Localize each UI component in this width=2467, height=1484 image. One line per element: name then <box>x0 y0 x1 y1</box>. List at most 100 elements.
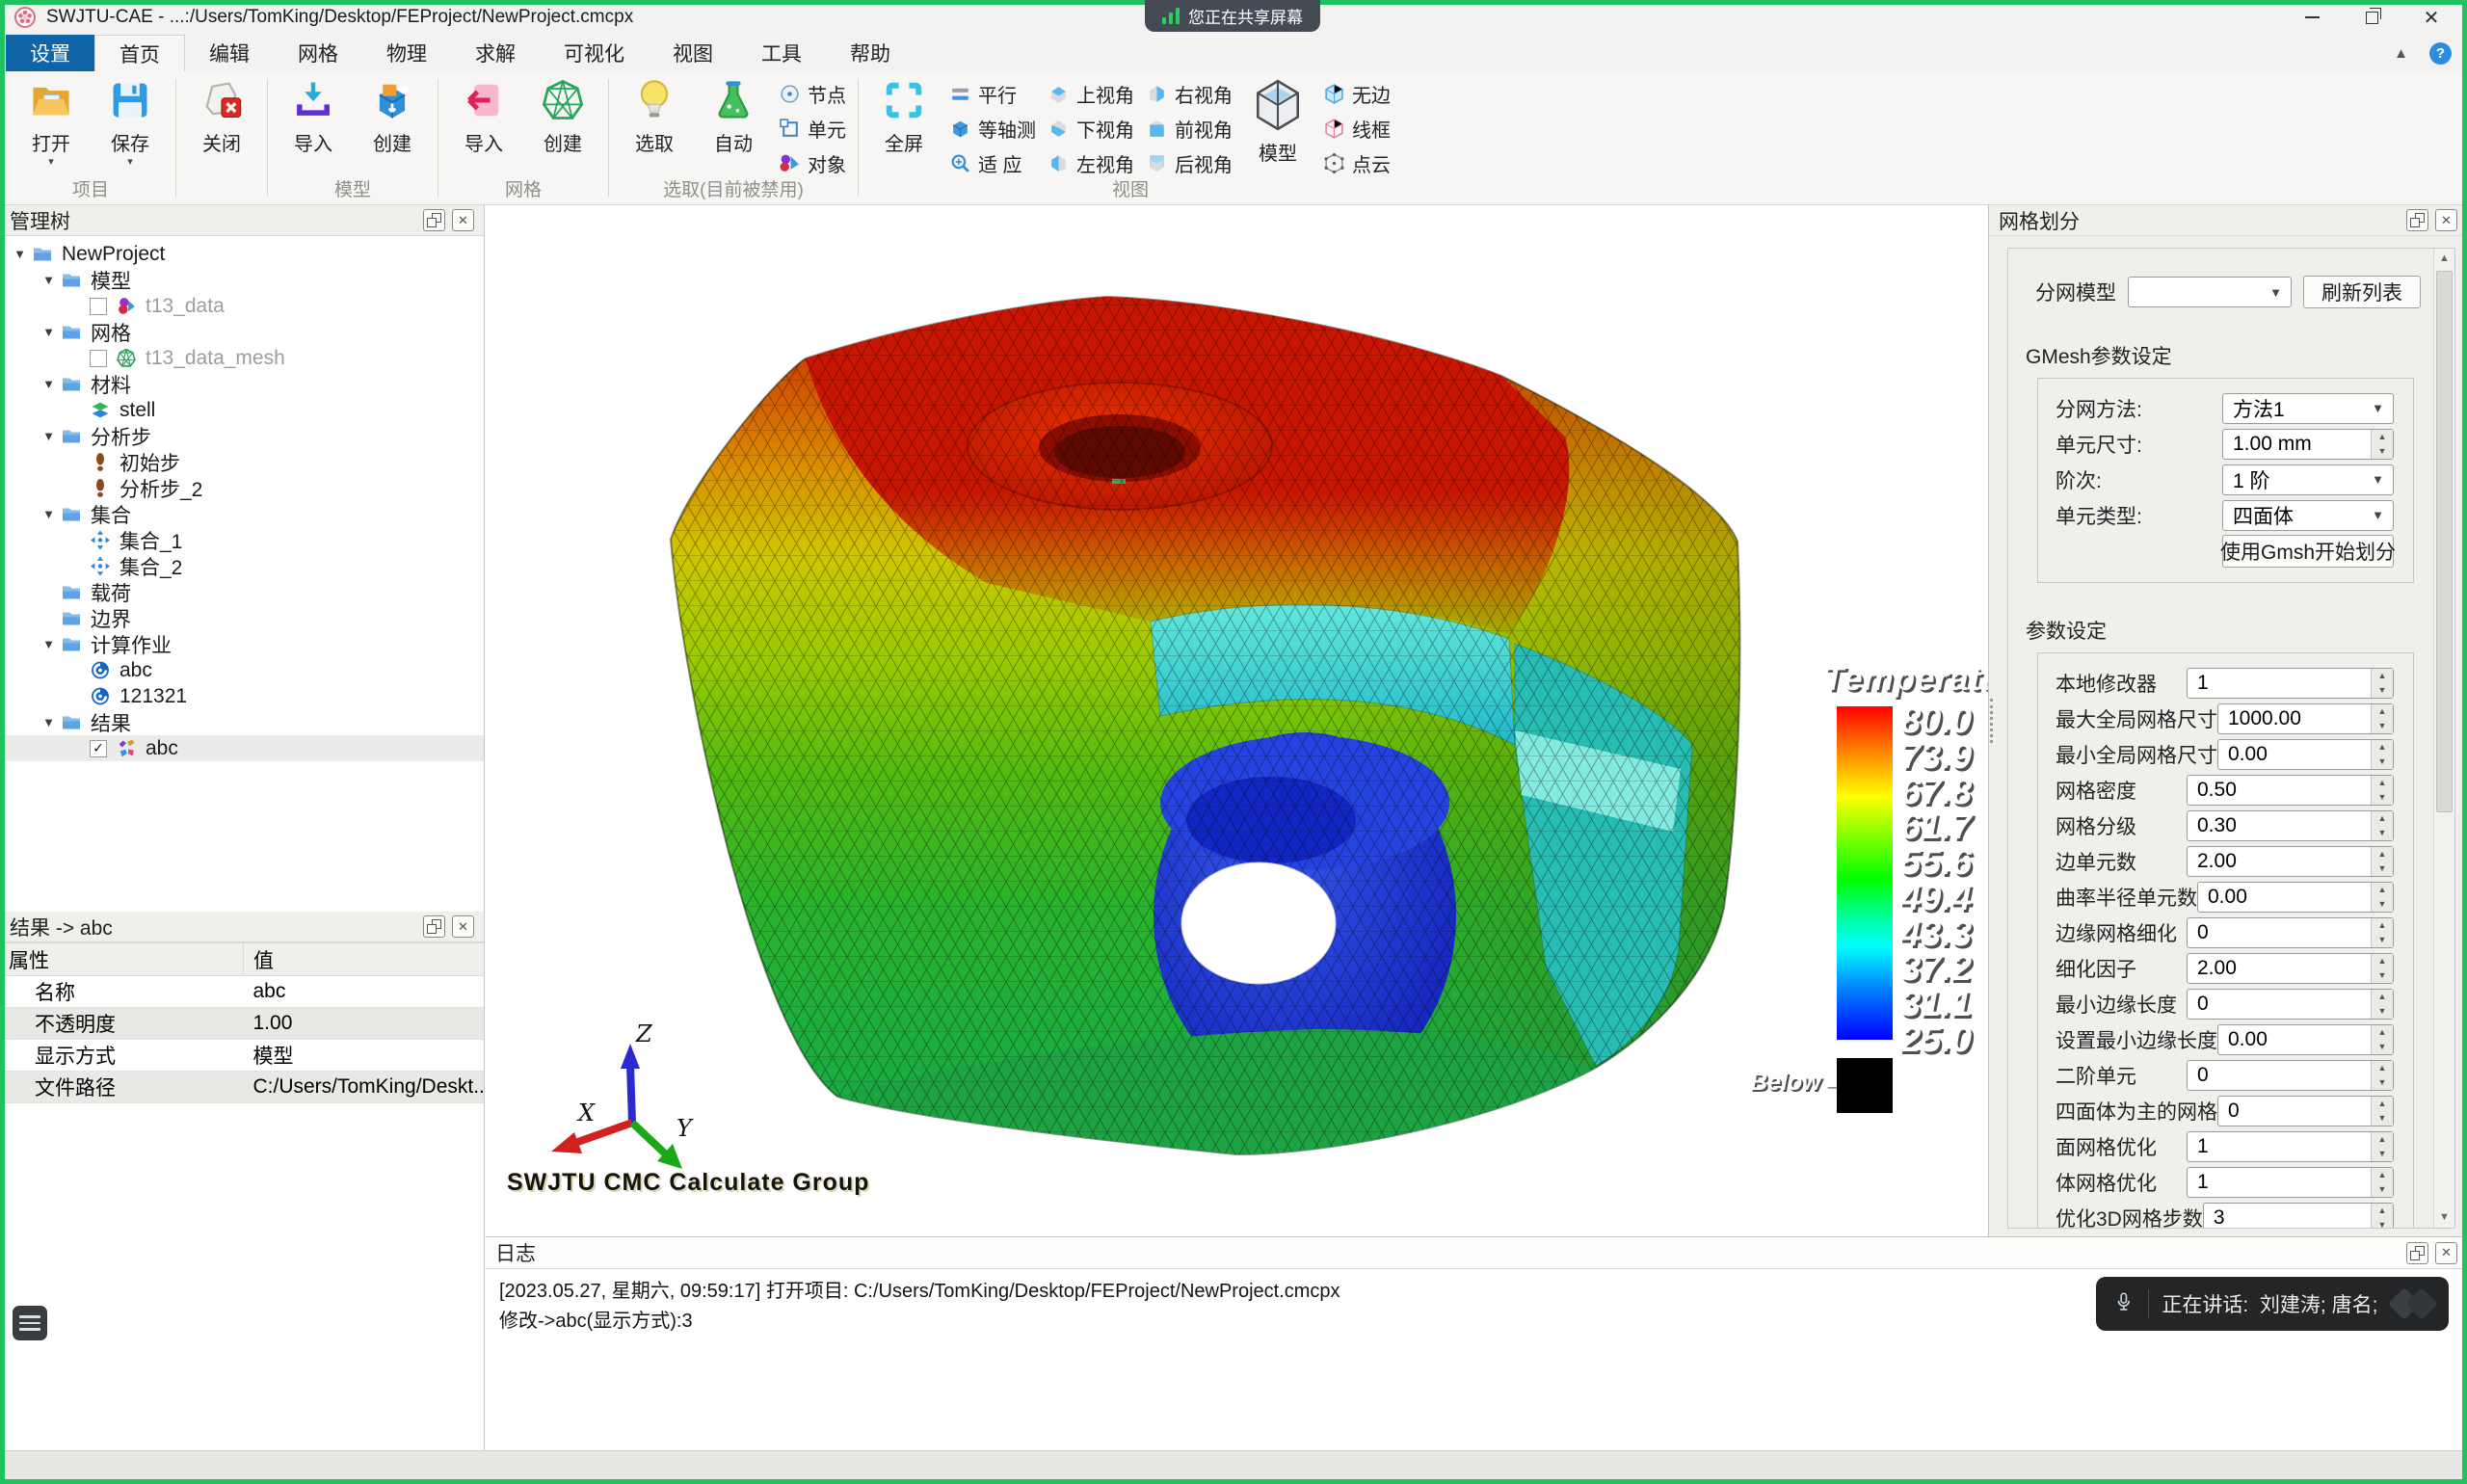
toolbar-button[interactable]: 导入 <box>450 74 517 156</box>
spin-down-icon[interactable]: ▼ <box>2372 683 2393 698</box>
spin-down-icon[interactable]: ▼ <box>2372 1040 2393 1054</box>
tree-item[interactable]: ▼集合 <box>0 501 484 527</box>
refresh-list-button[interactable]: 刷新列表 <box>2303 276 2421 308</box>
spin-down-icon[interactable]: ▼ <box>2372 968 2393 983</box>
close-button[interactable]: ✕ <box>2401 0 2461 35</box>
close-panel-icon[interactable]: ✕ <box>452 209 474 231</box>
spin-up-icon[interactable]: ▲ <box>2372 704 2393 719</box>
close-panel-icon[interactable]: ✕ <box>2435 209 2457 231</box>
mesh-model-combo[interactable]: ▼ <box>2128 277 2292 307</box>
toolbar-button[interactable]: 保存▾ <box>96 74 164 167</box>
close-panel-icon[interactable]: ✕ <box>2435 1242 2457 1264</box>
param-spinbox[interactable]: 0.00▲▼ <box>2217 739 2394 770</box>
spin-down-icon[interactable]: ▼ <box>2372 1004 2393 1019</box>
tree-item[interactable]: 集合_1 <box>0 527 484 553</box>
param-spinbox[interactable]: 1▲▼ <box>2187 668 2394 699</box>
chevron-down-icon[interactable]: ▼ <box>2372 472 2393 487</box>
expand-arrow-icon[interactable]: ▼ <box>37 637 61 651</box>
param-spinbox[interactable]: 0▲▼ <box>2187 917 2394 948</box>
chevron-down-icon[interactable]: ▼ <box>2372 401 2393 415</box>
tree-item[interactable]: 分析步_2 <box>0 475 484 501</box>
toolbar-button[interactable]: 线框 <box>1323 114 1391 143</box>
toolbar-button[interactable]: 全屏 <box>870 74 938 156</box>
param-spinbox[interactable]: 2.00▲▼ <box>2187 846 2394 877</box>
spin-down-icon[interactable]: ▼ <box>2372 755 2393 769</box>
toolbar-button[interactable]: 单元 <box>779 114 846 143</box>
start-gmsh-button[interactable]: 使用Gmsh开始划分 <box>2222 535 2394 568</box>
float-panel-icon[interactable] <box>423 915 445 938</box>
spin-up-icon[interactable]: ▲ <box>2372 847 2393 861</box>
panel-splitter-grip[interactable] <box>1990 699 1993 743</box>
spin-down-icon[interactable]: ▼ <box>2372 933 2393 947</box>
toolbar-button[interactable]: 对象 <box>779 148 846 177</box>
spin-down-icon[interactable]: ▼ <box>2372 1111 2393 1126</box>
spin-up-icon[interactable]: ▲ <box>2372 1204 2393 1218</box>
table-row[interactable]: 显示方式模型 <box>0 1040 484 1072</box>
toolbar-button[interactable]: 自动 <box>700 74 767 156</box>
float-panel-icon[interactable] <box>2406 1242 2428 1264</box>
expand-arrow-icon[interactable]: ▼ <box>8 247 32 261</box>
minimize-button[interactable] <box>2282 0 2342 35</box>
expand-arrow-icon[interactable]: ▼ <box>37 429 61 443</box>
spin-up-icon[interactable]: ▲ <box>2372 776 2393 790</box>
spin-up-icon[interactable]: ▲ <box>2372 811 2393 826</box>
scroll-up-icon[interactable]: ▲ <box>2434 249 2454 269</box>
spin-up-icon[interactable]: ▲ <box>2372 990 2393 1004</box>
param-spinbox[interactable]: 0▲▼ <box>2217 1096 2394 1126</box>
param-combo[interactable]: 1 阶▼ <box>2222 464 2394 495</box>
spin-down-icon[interactable]: ▼ <box>2372 1218 2393 1229</box>
spin-up-icon[interactable]: ▲ <box>2372 1132 2393 1147</box>
spin-up-icon[interactable]: ▲ <box>2372 954 2393 968</box>
toolbar-button[interactable]: 打开▾ <box>17 74 85 167</box>
toolbar-button[interactable]: 模型 <box>1244 74 1312 166</box>
toolbar-button[interactable]: 后视角 <box>1146 148 1233 177</box>
tree-item[interactable]: 集合_2 <box>0 553 484 579</box>
tree-item[interactable]: ▼NewProject <box>0 241 484 267</box>
toolbar-button[interactable]: 左视角 <box>1048 148 1134 177</box>
floating-list-button[interactable] <box>13 1306 47 1340</box>
spin-up-icon[interactable]: ▲ <box>2372 1168 2393 1182</box>
float-panel-icon[interactable] <box>423 209 445 231</box>
toolbar-button[interactable]: 关闭 <box>188 74 255 156</box>
spin-down-icon[interactable]: ▼ <box>2372 1075 2393 1090</box>
spin-up-icon[interactable]: ▲ <box>2372 883 2393 897</box>
param-spinbox[interactable]: 1.00 mm▲▼ <box>2222 429 2394 460</box>
param-spinbox[interactable]: 0.00▲▼ <box>2217 1024 2394 1055</box>
expand-arrow-icon[interactable]: ▼ <box>37 715 61 729</box>
restore-button[interactable] <box>2342 0 2401 35</box>
param-spinbox[interactable]: 2.00▲▼ <box>2187 953 2394 984</box>
scrollbar[interactable]: ▲ ▼ <box>2433 249 2454 1228</box>
spin-up-icon[interactable]: ▲ <box>2372 1097 2393 1111</box>
close-panel-icon[interactable]: ✕ <box>452 915 474 938</box>
toolbar-button[interactable]: 选取 <box>621 74 688 156</box>
spin-down-icon[interactable]: ▼ <box>2372 444 2393 459</box>
param-spinbox[interactable]: 0.00▲▼ <box>2197 882 2394 913</box>
table-row[interactable]: 不透明度1.00 <box>0 1008 484 1040</box>
menu-item[interactable]: 视图 <box>649 35 737 71</box>
toolbar-button[interactable]: 上视角 <box>1048 79 1134 108</box>
param-spinbox[interactable]: 0.50▲▼ <box>2187 775 2394 806</box>
viewport-3d[interactable]: Temperature 80.073.967.861.755.649.443.3… <box>486 205 1988 1236</box>
tree-item[interactable]: ▼分析步 <box>0 423 484 449</box>
float-panel-icon[interactable] <box>2406 209 2428 231</box>
menu-item[interactable]: 网格 <box>274 35 362 71</box>
tree-item[interactable]: stell <box>0 397 484 423</box>
expand-arrow-icon[interactable]: ▼ <box>37 377 61 391</box>
tree-item[interactable]: abc <box>0 657 484 683</box>
spin-down-icon[interactable]: ▼ <box>2372 861 2393 876</box>
tree-item[interactable]: ▼模型 <box>0 267 484 293</box>
scrollbar-thumb[interactable] <box>2436 271 2453 812</box>
param-spinbox[interactable]: 0▲▼ <box>2187 1060 2394 1091</box>
tree-item[interactable]: 121321 <box>0 683 484 709</box>
menu-item[interactable]: 可视化 <box>540 35 649 71</box>
toolbar-button[interactable]: 平行 <box>949 79 1036 108</box>
expand-arrow-icon[interactable]: ▼ <box>37 507 61 521</box>
tree-item[interactable]: ▼计算作业 <box>0 631 484 657</box>
toolbar-button[interactable]: 等轴测 <box>949 114 1036 143</box>
chevron-down-icon[interactable]: ▾ <box>48 158 54 167</box>
spin-up-icon[interactable]: ▲ <box>2372 430 2393 444</box>
tree-item[interactable]: ▼材料 <box>0 371 484 397</box>
tree-item[interactable]: 初始步 <box>0 449 484 475</box>
menu-item[interactable]: 编辑 <box>185 35 274 71</box>
menu-item[interactable]: 帮助 <box>826 35 915 71</box>
